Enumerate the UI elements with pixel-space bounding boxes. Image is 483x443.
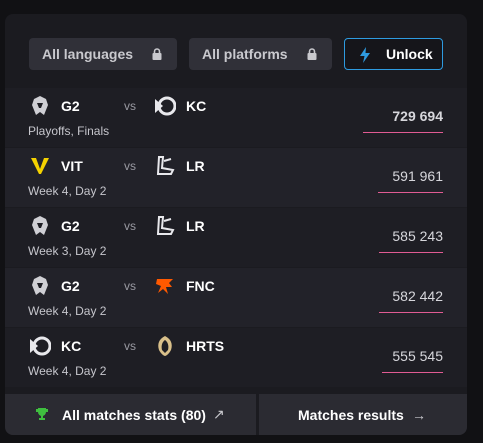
team2-name: KC [186, 98, 207, 114]
match-row[interactable]: G2 vs KC Playoffs, Finals 729 694 [5, 88, 467, 147]
match-stage: Week 4, Day 2 [28, 304, 107, 318]
matches-results-label: Matches results [298, 406, 404, 423]
team2-name: LR [186, 218, 205, 234]
g2-logo-icon [29, 275, 51, 297]
team1-name: KC [61, 338, 82, 354]
match-row[interactable]: VIT vs LR Week 4, Day 2 591 961 [5, 148, 467, 207]
matches-panel: All languages All platforms Unlock G2 vs… [5, 14, 467, 435]
team1: KC [29, 335, 81, 357]
team1: G2 [29, 215, 80, 237]
vs-label: vs [124, 339, 136, 353]
team2: LR [154, 155, 205, 177]
lock-icon [152, 48, 162, 60]
viewer-bar [378, 192, 443, 193]
vs-label: vs [124, 279, 136, 293]
unlock-button[interactable]: Unlock [344, 38, 443, 70]
team1: G2 [29, 95, 80, 117]
arrow-right-icon: → [412, 406, 426, 423]
viewer-bar [382, 372, 443, 373]
vs-label: vs [124, 159, 136, 173]
team2: FNC [154, 275, 215, 297]
team1: G2 [29, 275, 80, 297]
team2: LR [154, 215, 205, 237]
kc-logo-icon [29, 335, 51, 357]
match-stage: Week 4, Day 2 [28, 184, 107, 198]
viewer-count-value: 591 961 [392, 168, 443, 184]
viewer-count-value: 555 545 [392, 348, 443, 364]
arrow-up-right-icon: ↗ [213, 406, 225, 422]
viewer-count: 591 961 [363, 168, 443, 193]
viewer-bar [363, 132, 443, 133]
match-row[interactable]: G2 vs FNC Week 4, Day 2 582 442 [5, 268, 467, 327]
match-row[interactable]: G2 vs LR Week 3, Day 2 585 243 [5, 208, 467, 267]
unlock-label: Unlock [386, 46, 433, 62]
team2-name: LR [186, 158, 205, 174]
viewer-count-value: 582 442 [392, 288, 443, 304]
vitality-logo-icon [29, 155, 51, 177]
lock-icon [307, 48, 317, 60]
match-stage: Playoffs, Finals [28, 124, 110, 138]
team1-name: G2 [61, 278, 80, 294]
vs-label: vs [124, 219, 136, 233]
heretics-logo-icon [154, 335, 176, 357]
team1-name: G2 [61, 98, 80, 114]
viewer-count: 729 694 [363, 108, 443, 133]
viewer-bar [379, 312, 443, 313]
g2-logo-icon [29, 215, 51, 237]
language-filter-label: All languages [42, 46, 134, 62]
viewer-count: 555 545 [363, 348, 443, 373]
language-filter[interactable]: All languages [29, 38, 177, 70]
team1-name: G2 [61, 218, 80, 234]
platform-filter[interactable]: All platforms [189, 38, 332, 70]
team2: KC [154, 95, 206, 117]
viewer-count-value: 585 243 [392, 228, 443, 244]
matches-results-button[interactable]: Matches results → [259, 394, 467, 435]
team1: VIT [29, 155, 83, 177]
platform-filter-label: All platforms [202, 46, 288, 62]
all-matches-stats-button[interactable]: All matches stats (80) ↗ [5, 394, 256, 435]
team2: HRTS [154, 335, 224, 357]
all-matches-stats-label: All matches stats (80) [62, 406, 206, 423]
viewer-count: 585 243 [363, 228, 443, 253]
viewer-bar [379, 252, 443, 253]
kc-logo-icon [154, 95, 176, 117]
vs-label: vs [124, 99, 136, 113]
team2-name: FNC [186, 278, 215, 294]
trophy-icon [36, 408, 48, 420]
team2-name: HRTS [186, 338, 225, 354]
team1-name: VIT [61, 158, 83, 174]
viewer-count: 582 442 [363, 288, 443, 313]
viewer-count-value: 729 694 [392, 108, 443, 124]
footer: All matches stats (80) ↗ Matches results… [5, 394, 467, 435]
fnatic-logo-icon [154, 275, 176, 297]
g2-logo-icon [29, 95, 51, 117]
lr-logo-icon [154, 215, 176, 237]
match-stage: Week 4, Day 2 [28, 364, 107, 378]
match-stage: Week 3, Day 2 [28, 244, 107, 258]
match-row[interactable]: KC vs HRTS Week 4, Day 2 555 545 [5, 328, 467, 387]
lightning-icon [360, 47, 370, 63]
lr-logo-icon [154, 155, 176, 177]
